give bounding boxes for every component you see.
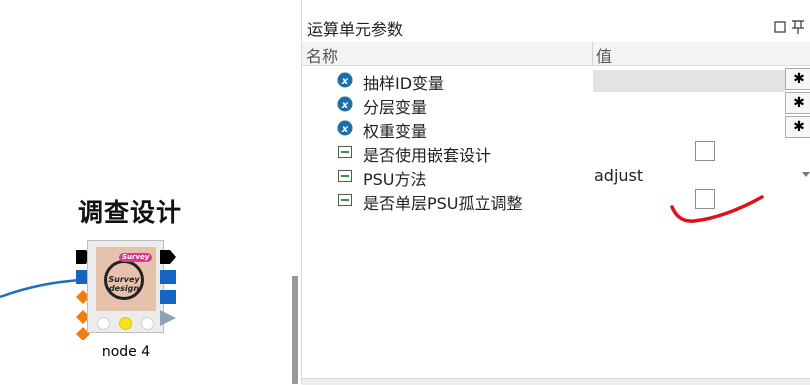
node-icon-text: design bbox=[108, 284, 140, 293]
workflow-canvas[interactable]: 调查设计 Survey design Survey node 4 bbox=[0, 0, 300, 384]
node-label: node 4 bbox=[101, 344, 151, 360]
node-output-ports[interactable] bbox=[160, 248, 180, 328]
canvas-scrollbar[interactable] bbox=[292, 276, 298, 384]
status-dot bbox=[97, 317, 110, 330]
node-icon-text: Survey bbox=[108, 275, 140, 284]
status-dot-active bbox=[119, 317, 132, 330]
parameter-panel: 运算单元参数 名称 值 x 抽样ID变量 ✱ x 分层变量 ✱ x 权重变量 ✱ bbox=[301, 0, 810, 385]
survey-design-node[interactable]: Survey design Survey bbox=[87, 240, 164, 333]
node-badge: Survey bbox=[119, 253, 153, 262]
survey-design-icon: Survey design Survey bbox=[96, 247, 156, 311]
status-dot bbox=[141, 317, 154, 330]
node-title: 调查设计 bbox=[77, 198, 182, 227]
red-annotation-mark bbox=[670, 195, 764, 223]
